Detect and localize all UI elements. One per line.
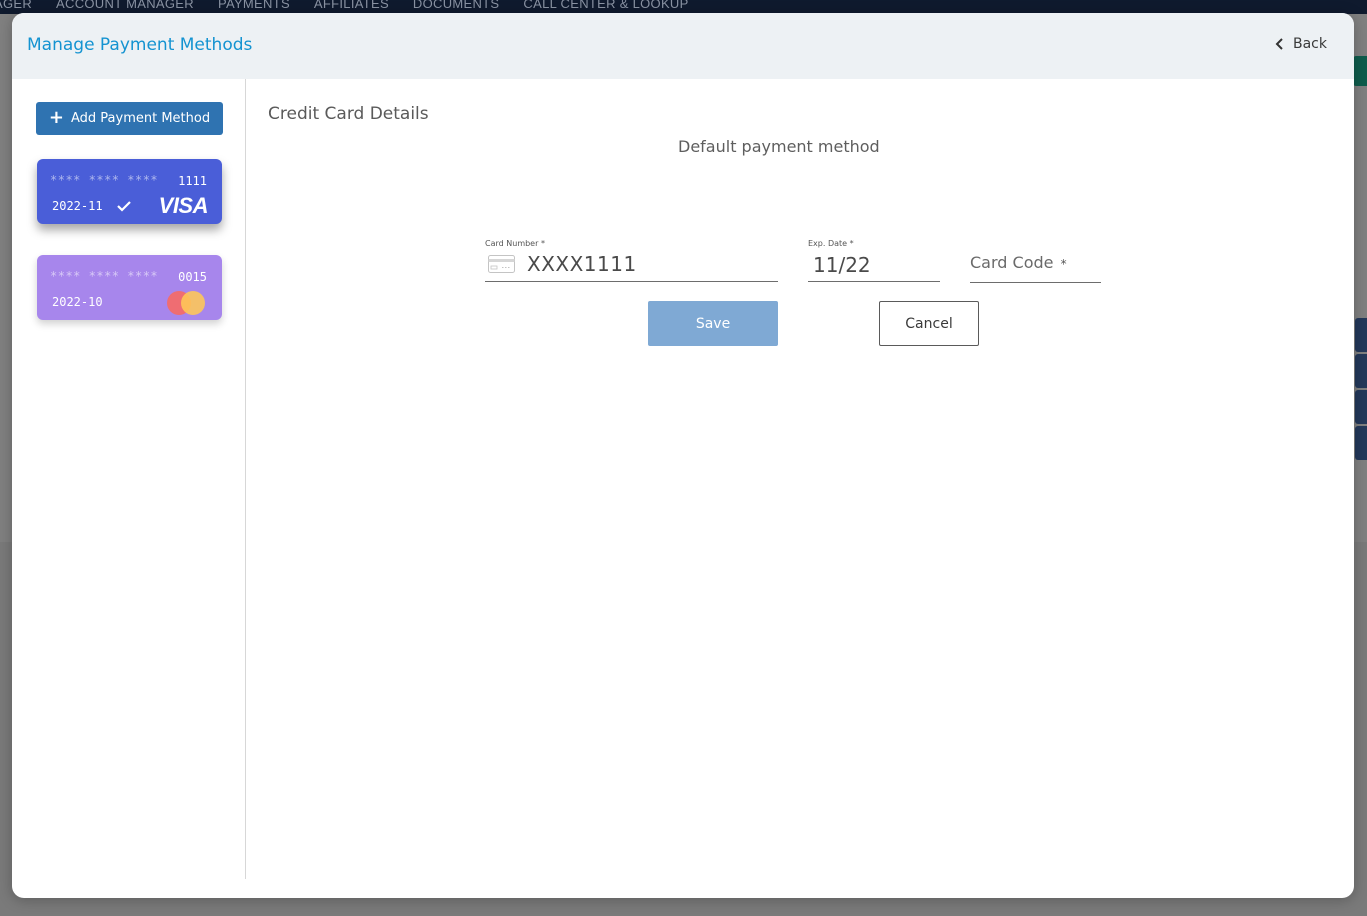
background-action-button [1353,56,1367,86]
card-mask: **** **** **** [50,173,159,187]
card-number-field[interactable]: Card Number * XXXX1111 [485,239,778,282]
modal-header: Manage Payment Methods Back [12,13,1354,79]
card-mask: **** **** **** [50,269,159,283]
bg-nav-item: ACCOUNT MANAGER [56,0,194,11]
exp-date-field[interactable]: Exp. Date * 11/22 [808,239,940,282]
section-title: Credit Card Details [268,104,429,124]
bg-nav-item: DOCUMENTS [412,0,500,11]
visa-logo-icon: VISA [158,193,209,218]
mastercard-logo-icon [167,291,207,315]
exp-date-label: Exp. Date * [808,239,854,248]
payment-methods-sidebar: + Add Payment Method **** **** **** 1111… [12,79,246,879]
card-code-field[interactable]: Card Code * [970,239,1101,283]
card-number-label: Card Number * [485,239,545,248]
payment-card-visa[interactable]: **** **** **** 1111 2022-11 VISA [37,159,222,224]
card-number-value: XXXX1111 [527,252,637,276]
bg-nav-item: AFFILIATES [313,0,389,11]
card-code-placeholder: Card Code * [970,253,1067,272]
background-nav: AGER ACCOUNT MANAGER PAYMENTS AFFILIATES… [0,0,1367,14]
add-payment-method-button[interactable]: + Add Payment Method [36,102,223,135]
default-payment-label: Default payment method [678,137,880,156]
credit-card-icon [488,255,515,273]
add-payment-method-label: Add Payment Method [70,111,211,126]
background-side-button [1355,426,1367,460]
plus-icon: + [48,106,64,128]
card-expiry: 2022-11 [52,199,103,213]
bg-nav-item: CALL CENTER & LOOKUP [523,0,689,11]
chevron-left-icon [1275,38,1283,50]
save-button[interactable]: Save [648,301,778,346]
card-details-panel: Credit Card Details Default payment meth… [247,79,1354,898]
default-check-icon [117,201,131,212]
bg-nav-item: PAYMENTS [217,0,290,11]
card-last4: 1111 [178,174,207,188]
background-side-button [1355,390,1367,424]
payment-methods-modal: Manage Payment Methods Back + Add Paymen… [12,13,1354,898]
back-label: Back [1293,36,1327,52]
payment-card-mastercard[interactable]: **** **** **** 0015 2022-10 [37,255,222,320]
back-button[interactable]: Back [1275,36,1327,52]
modal-title: Manage Payment Methods [27,35,253,55]
background-side-button [1355,354,1367,388]
exp-date-value: 11/22 [813,253,871,277]
card-last4: 0015 [178,270,207,284]
card-expiry: 2022-10 [52,295,103,309]
cancel-button[interactable]: Cancel [879,301,979,346]
bg-nav-item: AGER [0,0,33,11]
background-side-button [1355,318,1367,352]
